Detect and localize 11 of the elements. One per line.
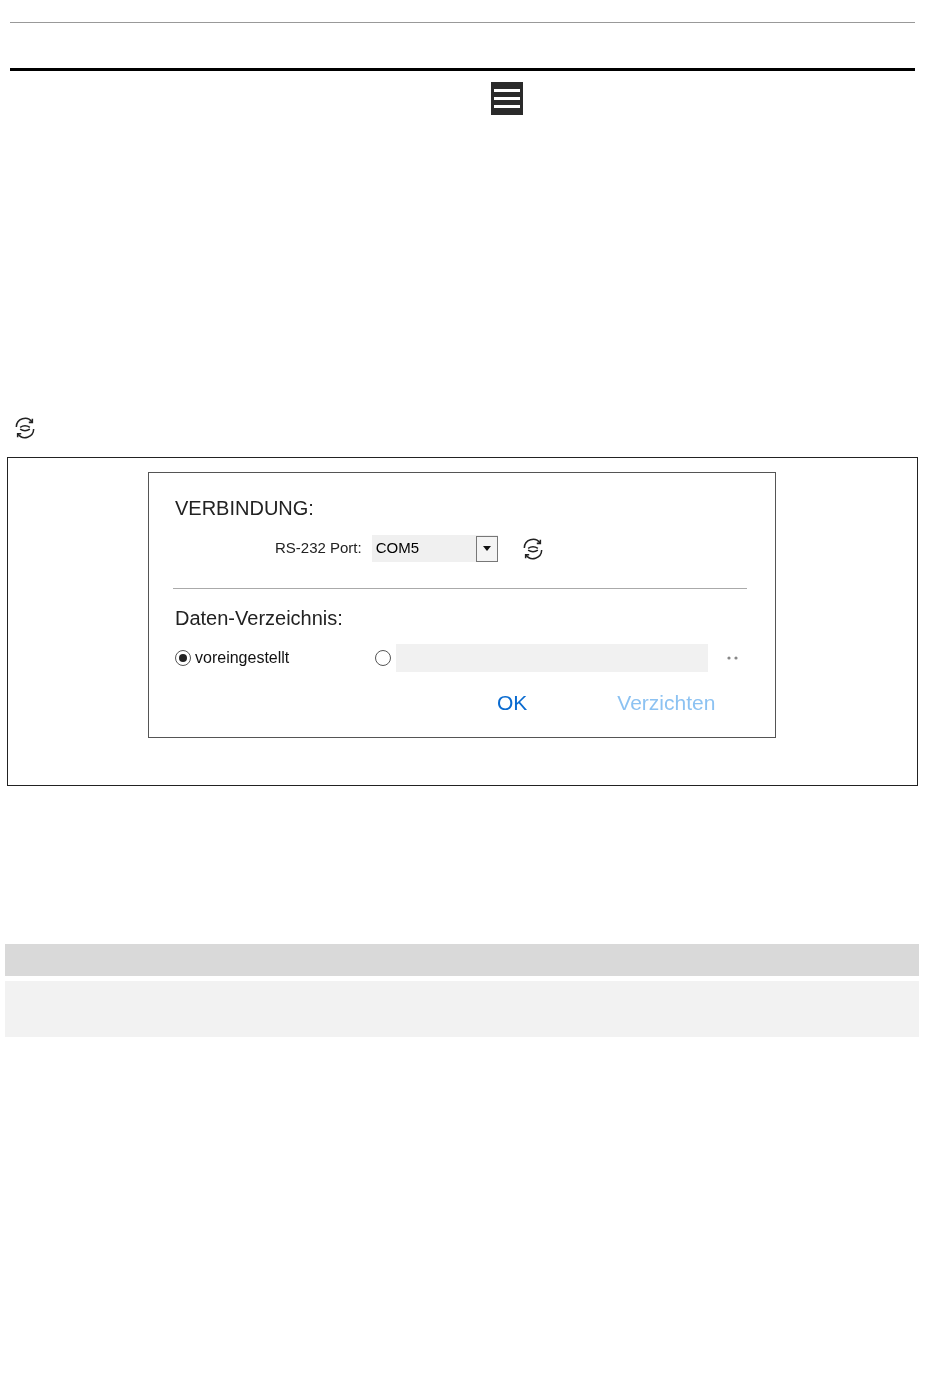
menu-icon[interactable] (491, 82, 523, 115)
port-dropdown[interactable]: COM5 (371, 535, 498, 562)
dialog-button[interactable]: OK (497, 690, 528, 716)
more-icon[interactable] (727, 656, 739, 660)
port-label: RS-232 Port: (275, 538, 362, 559)
section-title: VERBINDUNG: (175, 496, 315, 521)
radio-button[interactable] (175, 650, 191, 666)
radio-label: voreingestellt (195, 648, 290, 668)
radio-button[interactable] (375, 650, 391, 666)
caret-icon (482, 546, 491, 551)
section-title: Daten-Verzeichnis: (175, 606, 344, 631)
